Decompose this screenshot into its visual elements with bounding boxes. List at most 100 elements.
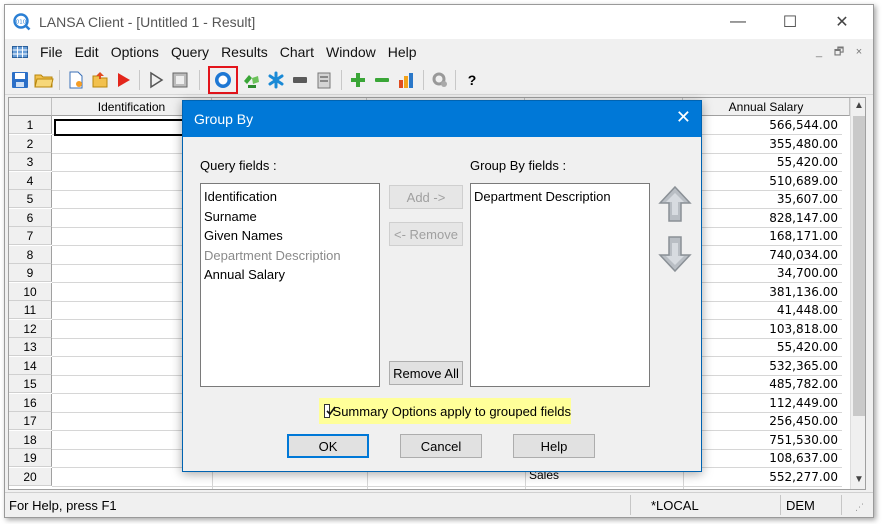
list-item[interactable]: Given Names	[203, 226, 377, 246]
grid-cell-annual-salary[interactable]: 566,544.00	[683, 116, 841, 134]
grid-cell-annual-salary[interactable]: 108,637.00	[683, 449, 841, 467]
minimize-button[interactable]: —	[715, 5, 761, 39]
title-bar: 010 LANSA Client - [Untitled 1 - Result]…	[5, 5, 873, 39]
close-button[interactable]: ✕	[819, 5, 865, 39]
row-number[interactable]: 18	[9, 430, 52, 449]
grid-cell-annual-salary[interactable]: 168,171.00	[683, 227, 841, 245]
list-item[interactable]: Department Description	[473, 187, 647, 207]
menu-help[interactable]: Help	[382, 44, 423, 60]
list-item[interactable]: Identification	[203, 187, 377, 207]
row-number[interactable]: 3	[9, 153, 52, 171]
grid-cell-annual-salary[interactable]: 34,700.00	[683, 264, 841, 282]
remove-button[interactable]: <- Remove	[389, 222, 463, 246]
grid-cell-annual-salary[interactable]: 828,147.00	[683, 209, 841, 227]
dialog-close-button[interactable]: ✕	[676, 107, 691, 128]
row-number[interactable]: 4	[9, 171, 52, 190]
list-item[interactable]: Surname	[203, 207, 377, 227]
row-number[interactable]: 5	[9, 190, 52, 208]
remove-all-button[interactable]: Remove All	[389, 361, 463, 385]
maximize-button[interactable]: ☐	[767, 5, 813, 39]
row-number[interactable]: 8	[9, 245, 52, 264]
scroll-up-icon[interactable]: ▲	[851, 98, 865, 114]
scrollbar-thumb[interactable]	[853, 116, 865, 416]
table-icon[interactable]	[12, 46, 28, 58]
settings-icon[interactable]	[429, 69, 451, 91]
row-number[interactable]: 6	[9, 208, 52, 227]
move-up-icon[interactable]	[657, 185, 693, 223]
cancel-button[interactable]: Cancel	[400, 434, 482, 458]
row-number[interactable]: 2	[9, 134, 52, 153]
row-number[interactable]: 11	[9, 301, 52, 319]
mdi-minimize-button[interactable]: _	[811, 45, 827, 59]
add-row-icon[interactable]	[347, 69, 369, 91]
help-button[interactable]: Help	[513, 434, 595, 458]
new-document-icon[interactable]	[65, 69, 87, 91]
row-number[interactable]: 1	[9, 116, 52, 134]
menu-edit[interactable]: Edit	[69, 44, 105, 60]
grid-cell-annual-salary[interactable]: 381,136.00	[683, 283, 841, 301]
save-icon[interactable]	[9, 69, 31, 91]
resize-grip-icon[interactable]: ⋰	[855, 502, 864, 513]
menu-results[interactable]: Results	[215, 44, 274, 60]
row-number[interactable]: 14	[9, 356, 52, 375]
asterisk-icon[interactable]	[265, 69, 287, 91]
row-number[interactable]: 16	[9, 393, 52, 412]
recycle-icon[interactable]	[241, 69, 263, 91]
grid-cell-annual-salary[interactable]: 41,448.00	[683, 301, 841, 319]
column-header-annual-salary[interactable]: Annual Salary	[683, 98, 850, 116]
menu-window[interactable]: Window	[320, 44, 382, 60]
grid-cell-annual-salary[interactable]: 35,607.00	[683, 190, 841, 208]
row-number[interactable]: 12	[9, 319, 52, 338]
vertical-scrollbar[interactable]: ▲ ▼	[850, 98, 865, 489]
add-button[interactable]: Add ->	[389, 185, 463, 209]
row-number[interactable]: 20	[9, 467, 52, 486]
summary-options-label[interactable]: Summary Options apply to grouped fields	[333, 404, 571, 419]
grid-cell-annual-salary[interactable]: 552,277.00	[683, 468, 841, 486]
menu-options[interactable]: Options	[105, 44, 165, 60]
play-icon[interactable]	[145, 69, 167, 91]
grid-cell-annual-salary[interactable]: 112,449.00	[683, 394, 841, 412]
grid-cell-annual-salary[interactable]: 55,420.00	[683, 153, 841, 171]
menu-chart[interactable]: Chart	[274, 44, 320, 60]
grid-cell-annual-salary[interactable]: 751,530.00	[683, 431, 841, 449]
svg-text:010: 010	[16, 20, 27, 26]
grid-cell-annual-salary[interactable]: 103,818.00	[683, 320, 841, 338]
row-number[interactable]: 10	[9, 282, 52, 301]
remove-row-icon[interactable]	[371, 69, 393, 91]
group-by-fields-list[interactable]: Department Description	[470, 183, 650, 387]
scroll-down-icon[interactable]: ▼	[851, 472, 865, 488]
menu-query[interactable]: Query	[165, 44, 215, 60]
mdi-restore-button[interactable]: 🗗	[831, 45, 847, 59]
mdi-close-button[interactable]: ×	[851, 45, 867, 59]
grid-corner	[9, 98, 52, 116]
grid-cell-annual-salary[interactable]: 355,480.00	[683, 135, 841, 153]
minus-block-icon[interactable]	[289, 69, 311, 91]
summary-options-checkbox[interactable]	[324, 404, 336, 418]
grid-cell-annual-salary[interactable]: 55,420.00	[683, 338, 841, 356]
row-number[interactable]: 9	[9, 264, 52, 282]
row-number[interactable]: 7	[9, 227, 52, 245]
stop-icon[interactable]	[169, 69, 191, 91]
clipboard-icon[interactable]	[313, 69, 335, 91]
row-number[interactable]: 13	[9, 338, 52, 356]
help-icon[interactable]: ?	[461, 69, 483, 91]
row-number[interactable]: 17	[9, 412, 52, 430]
group-by-icon[interactable]	[212, 69, 234, 91]
row-number[interactable]: 19	[9, 449, 52, 467]
grid-cell-annual-salary[interactable]: 532,365.00	[683, 357, 841, 375]
grid-cell-annual-salary[interactable]: 256,450.00	[683, 412, 841, 430]
list-item[interactable]: Department Description	[203, 246, 377, 266]
run-icon[interactable]	[113, 69, 135, 91]
grid-cell-annual-salary[interactable]: 510,689.00	[683, 172, 841, 190]
open-folder-icon[interactable]	[33, 69, 55, 91]
move-down-icon[interactable]	[657, 235, 693, 273]
grid-cell-annual-salary[interactable]: 740,034.00	[683, 246, 841, 264]
grid-cell-annual-salary[interactable]: 485,782.00	[683, 375, 841, 393]
menu-file[interactable]: File	[34, 44, 69, 60]
list-item[interactable]: Annual Salary	[203, 265, 377, 285]
query-fields-list[interactable]: Identification Surname Given Names Depar…	[200, 183, 380, 387]
chart-icon[interactable]	[395, 69, 417, 91]
row-number[interactable]: 15	[9, 375, 52, 393]
ok-button[interactable]: OK	[287, 434, 369, 458]
open-document-icon[interactable]	[89, 69, 111, 91]
